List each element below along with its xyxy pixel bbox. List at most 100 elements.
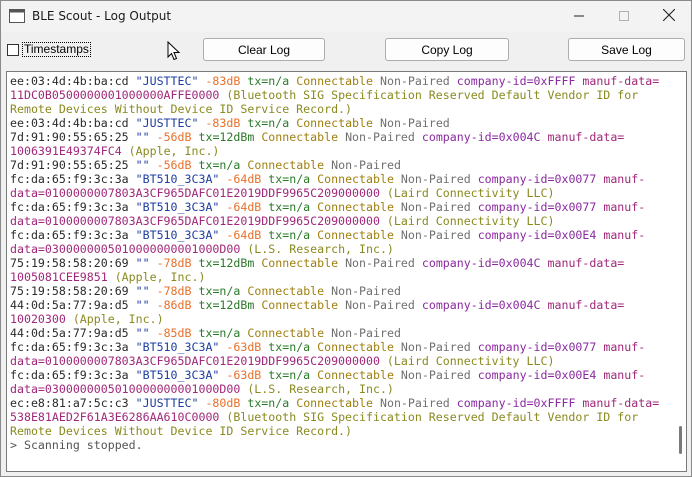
log-line: fc:da:65:f9:3c:3a "BT510_3C3A" -64dB tx=…: [10, 172, 670, 186]
log-segment-rssi: -56dB: [156, 130, 199, 144]
log-segment-pair: Non-Paired: [345, 130, 422, 144]
log-segment-conn: Connectable: [247, 326, 332, 340]
log-segment-pair: Non-Paired: [379, 116, 450, 130]
timestamps-checkbox[interactable]: [7, 43, 19, 56]
clear-log-button[interactable]: Clear Log: [203, 38, 325, 61]
log-segment-tx: tx=n/a: [198, 284, 248, 298]
log-line: 75:19:58:58:20:69 "" -78dB tx=12dBm Conn…: [10, 256, 670, 270]
log-segment-name: "": [135, 326, 157, 340]
log-segment-name: "JUSTTEC": [135, 116, 206, 130]
log-line: data=0100000007803A3CF965DAFC01E2019DDF9…: [10, 186, 670, 200]
log-text: ee:03:4d:4b:ba:cd "JUSTTEC" -83dB tx=n/a…: [10, 74, 670, 452]
log-segment-mac: 7d:91:90:55:65:25: [10, 130, 136, 144]
log-segment-name: "BT510_3C3A": [135, 200, 227, 214]
copy-log-button[interactable]: Copy Log: [385, 38, 509, 61]
log-segment-mac: 75:19:58:58:20:69: [10, 256, 136, 270]
log-segment-manuf: manuf-data=: [547, 130, 625, 144]
close-button[interactable]: [646, 1, 692, 32]
mouse-pointer-icon: [167, 40, 181, 66]
log-segment-conn: Connectable: [317, 340, 401, 354]
log-segment-name: "BT510_3C3A": [135, 368, 227, 382]
minimize-icon: [574, 8, 584, 26]
log-segment-pair: Non-Paired: [345, 256, 422, 270]
save-log-button[interactable]: Save Log: [568, 38, 685, 61]
log-line: ee:03:4d:4b:ba:cd "JUSTTEC" -83dB tx=n/a…: [10, 74, 670, 88]
maximize-button[interactable]: [601, 1, 647, 32]
app-window-icon: [9, 9, 25, 23]
log-line: fc:da:65:f9:3c:3a "BT510_3C3A" -64dB tx=…: [10, 200, 670, 214]
log-segment-tx: tx=n/a: [198, 158, 248, 172]
maximize-icon: [619, 8, 629, 26]
log-segment-rssi: -63dB: [226, 368, 269, 382]
log-segment-manuf: 1005081CEE9851: [10, 270, 115, 284]
log-segment-manuf: manuf-: [603, 368, 646, 382]
log-segment-conn: Connectable: [296, 116, 380, 130]
log-line: 7d:91:90:55:65:25 "" -56dB tx=12dBm Conn…: [10, 130, 670, 144]
log-segment-mac: ee:03:4d:4b:ba:cd: [10, 74, 136, 88]
log-segment-pair: Non-Paired: [345, 298, 422, 312]
vertical-scrollbar[interactable]: [676, 74, 684, 470]
log-line: 1006391E49374FC4 (Apple, Inc.): [10, 144, 670, 158]
log-line: ee:03:4d:4b:ba:cd "JUSTTEC" -83dB tx=n/a…: [10, 116, 670, 130]
log-segment-rssi: -80dB: [205, 396, 248, 410]
log-segment-mac: fc:da:65:f9:3c:3a: [10, 228, 136, 242]
log-segment-rssi: -64dB: [226, 172, 269, 186]
log-segment-vendor: Remote Devices Without Device ID Service…: [10, 102, 353, 116]
log-line: ec:e8:81:a7:5c:c3 "JUSTTEC" -80dB tx=n/a…: [10, 396, 670, 410]
log-segment-name: "JUSTTEC": [135, 74, 206, 88]
log-segment-name: "JUSTTEC": [135, 396, 206, 410]
log-segment-manuf: data=0100000007803A3CF965DAFC01E2019DDF9…: [10, 186, 387, 200]
log-line: 7d:91:90:55:65:25 "" -56dB tx=n/a Connec…: [10, 158, 670, 172]
log-segment-manuf: manuf-: [603, 228, 646, 242]
log-segment-tx: tx=n/a: [247, 116, 297, 130]
log-segment-manuf: manuf-data=: [547, 256, 625, 270]
log-segment-manuf: 11DC0B0500000001000000AFFE0000: [10, 88, 227, 102]
log-segment-rssi: -78dB: [156, 284, 199, 298]
log-segment-cid: company-id=0x0077: [477, 200, 604, 214]
log-segment-pair: Non-Paired: [379, 396, 457, 410]
log-segment-name: "BT510_3C3A": [135, 172, 227, 186]
log-segment-vendor: (Apple, Inc.): [114, 270, 206, 284]
log-segment-cid: company-id=0xFFFF: [456, 396, 583, 410]
log-segment-cid: company-id=0x004C: [421, 298, 548, 312]
log-segment-name: "": [135, 158, 157, 172]
log-segment-vendor: (L.S. Research, Inc.): [247, 242, 394, 256]
window-title: BLE Scout - Log Output: [32, 9, 172, 23]
minimize-button[interactable]: [556, 1, 602, 32]
log-segment-pair: Non-Paired: [400, 172, 478, 186]
log-segment-mac: fc:da:65:f9:3c:3a: [10, 368, 136, 382]
toolbar: Timestamps Clear Log Copy Log Save Log: [1, 32, 691, 67]
log-segment-name: "": [135, 284, 157, 298]
timestamps-label[interactable]: Timestamps: [22, 42, 91, 57]
log-segment-tx: tx=n/a: [268, 172, 318, 186]
log-line: > Scanning stopped.: [10, 438, 670, 452]
scrollbar-thumb[interactable]: [679, 426, 682, 454]
title-bar[interactable]: BLE Scout - Log Output: [1, 1, 691, 32]
log-segment-manuf: 538E81AED2F61A3E6286AA610C0000: [10, 410, 227, 424]
log-segment-pair: Non-Paired: [331, 284, 401, 298]
log-line: fc:da:65:f9:3c:3a "BT510_3C3A" -63dB tx=…: [10, 340, 670, 354]
close-icon: [662, 8, 676, 26]
log-segment-manuf: manuf-data=: [582, 396, 660, 410]
log-segment-name: "BT510_3C3A": [135, 228, 227, 242]
log-segment-vendor: (Bluetooth SIG Specification Reserved De…: [226, 88, 639, 102]
log-segment-tx: tx=n/a: [268, 340, 318, 354]
log-segment-manuf: data=0300000005010000000001000D00: [10, 242, 248, 256]
app-window: BLE Scout - Log Output Timestamps Clear …: [0, 0, 692, 477]
log-segment-tx: tx=n/a: [268, 200, 318, 214]
log-segment-rssi: -64dB: [226, 228, 269, 242]
log-line: 1005081CEE9851 (Apple, Inc.): [10, 270, 670, 284]
log-segment-manuf: manuf-data=: [582, 74, 660, 88]
log-line: data=0300000005010000000001000D00 (L.S. …: [10, 382, 670, 396]
log-segment-conn: Connectable: [317, 172, 401, 186]
log-segment-tx: tx=12dBm: [198, 298, 262, 312]
log-segment-name: "BT510_3C3A": [135, 340, 227, 354]
timestamps-checkbox-row[interactable]: Timestamps: [7, 42, 91, 57]
log-segment-name: "": [135, 256, 157, 270]
log-segment-pair: Non-Paired: [331, 158, 401, 172]
log-segment-pair: Non-Paired: [400, 200, 478, 214]
log-segment-tx: tx=n/a: [247, 396, 297, 410]
log-line: 538E81AED2F61A3E6286AA610C0000 (Bluetoot…: [10, 410, 670, 424]
log-segment-name: "": [135, 298, 157, 312]
log-output-area[interactable]: ee:03:4d:4b:ba:cd "JUSTTEC" -83dB tx=n/a…: [6, 71, 687, 472]
